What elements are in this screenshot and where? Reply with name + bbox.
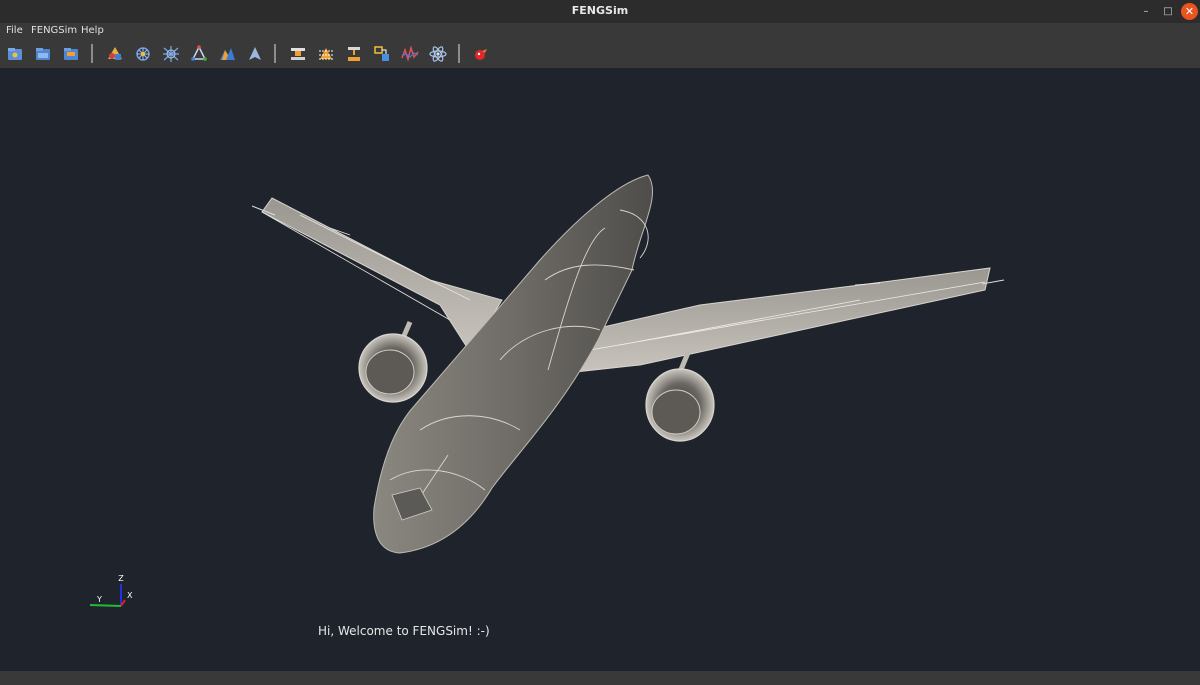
- assembly-icon[interactable]: [372, 44, 392, 64]
- orientation-axes: Z Y X: [89, 574, 133, 607]
- menu-help[interactable]: Help: [81, 25, 104, 36]
- title-bar: FENGSim – □ ✕: [0, 0, 1200, 23]
- slicing-icon[interactable]: [316, 44, 336, 64]
- open-icon[interactable]: [33, 44, 53, 64]
- axis-x-label: X: [127, 591, 133, 600]
- welcome-message: Hi, Welcome to FENGSim! :-): [318, 624, 490, 638]
- toolbar: [0, 39, 1200, 68]
- cad-icon[interactable]: [105, 44, 125, 64]
- visualization-icon[interactable]: [217, 44, 237, 64]
- status-bar: [0, 671, 1200, 685]
- close-icon[interactable]: ✕: [1181, 3, 1198, 20]
- atom-icon[interactable]: [428, 44, 448, 64]
- dragon-icon[interactable]: [471, 44, 491, 64]
- menu-file[interactable]: File: [6, 25, 23, 36]
- save-icon[interactable]: [61, 44, 81, 64]
- mesh-icon[interactable]: [133, 44, 153, 64]
- menu-bar: File FENGSim Help: [0, 23, 1200, 39]
- menu-fengsim[interactable]: FENGSim: [31, 25, 77, 36]
- analysis-icon[interactable]: [400, 44, 420, 64]
- new-icon[interactable]: [5, 44, 25, 64]
- arrow-icon[interactable]: [245, 44, 265, 64]
- left-wing: [261, 197, 503, 353]
- additive-icon[interactable]: [344, 44, 364, 64]
- axis-z-label: Z: [118, 574, 124, 583]
- minimize-icon[interactable]: –: [1138, 4, 1154, 20]
- 3d-viewport[interactable]: [0, 68, 1200, 671]
- maximize-icon[interactable]: □: [1160, 4, 1176, 20]
- geometry-icon[interactable]: [189, 44, 209, 64]
- right-wing: [574, 267, 991, 373]
- axis-y-label: Y: [96, 595, 102, 604]
- solver-icon[interactable]: [161, 44, 181, 64]
- machining-icon[interactable]: [288, 44, 308, 64]
- toolbar-separator: [274, 44, 276, 63]
- toolbar-separator: [91, 44, 93, 63]
- window-title: FENGSim: [571, 4, 629, 17]
- toolbar-separator: [458, 44, 460, 63]
- airplane-model[interactable]: [0, 68, 1200, 671]
